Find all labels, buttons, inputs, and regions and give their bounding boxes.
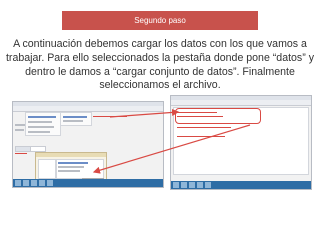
arrow-to-loaded-data xyxy=(109,108,180,118)
arrows-overlay xyxy=(92,108,251,174)
arrow-to-file-dialog xyxy=(92,124,251,174)
